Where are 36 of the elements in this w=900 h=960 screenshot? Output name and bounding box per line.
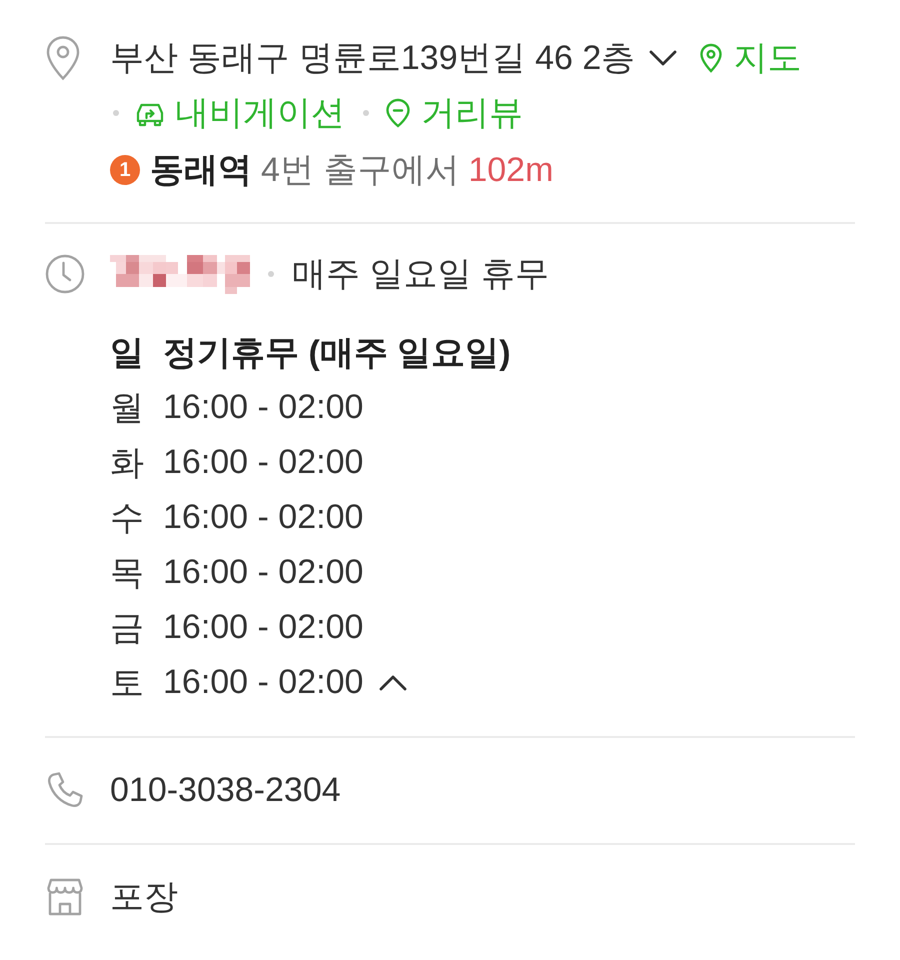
day-label: 일 — [110, 332, 145, 374]
phone-icon — [45, 770, 85, 810]
closed-text: 정기휴무 (매주 일요일) — [163, 332, 511, 374]
day-label: 토 — [110, 662, 145, 704]
hours-text: 16:00 - 02:00 — [163, 443, 364, 482]
separator-dot — [113, 110, 119, 116]
hours-text: 16:00 - 02:00 — [163, 388, 364, 427]
hours-text: 16:00 - 02:00 — [163, 498, 364, 537]
subway-line-badge: 1 — [110, 155, 140, 185]
clock-icon — [45, 254, 85, 294]
exit-text: 4번 출구에서 — [261, 150, 460, 191]
location-pin-icon — [45, 35, 81, 81]
hours-text: 16:00 - 02:00 — [163, 608, 364, 647]
address-text: 부산 동래구 명륜로139번길 46 2층 — [110, 38, 636, 79]
day-label: 목 — [110, 552, 145, 594]
hours-text: 16:00 - 02:00 — [163, 663, 364, 702]
pin-icon — [699, 43, 724, 73]
service-text: 포장 — [110, 877, 178, 918]
pin-dash-icon — [385, 98, 411, 128]
phone-number-link[interactable]: 010-3038-2304 — [110, 770, 341, 810]
station-name: 동래역 — [150, 150, 252, 191]
distance-text: 102m — [468, 150, 554, 190]
street-view-link[interactable]: 거리뷰 — [385, 90, 523, 136]
closed-day-note: 매주 일요일 휴무 — [292, 254, 549, 295]
chevron-up-icon[interactable] — [379, 674, 408, 690]
map-link[interactable]: 지도 — [699, 35, 802, 81]
chevron-down-icon[interactable] — [649, 50, 678, 66]
store-icon — [45, 877, 85, 917]
hours-text: 16:00 - 02:00 — [163, 553, 364, 592]
separator-dot — [363, 110, 369, 116]
day-label: 금 — [110, 608, 145, 648]
navigation-link[interactable]: 내비게이션 — [135, 90, 345, 136]
day-label: 월 — [110, 388, 145, 428]
day-label: 수 — [110, 498, 145, 538]
day-label: 화 — [110, 442, 145, 484]
separator-dot — [268, 271, 274, 277]
